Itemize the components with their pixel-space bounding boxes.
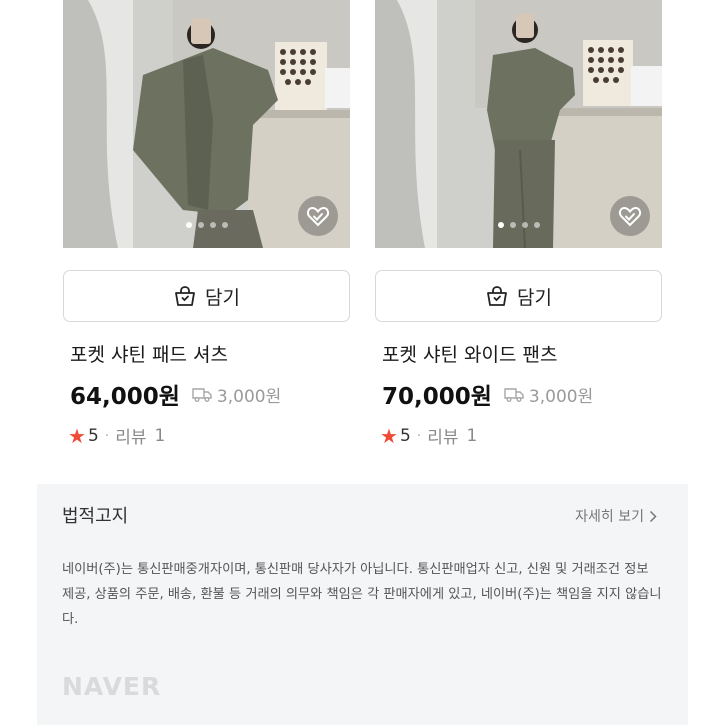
image-pagination[interactable]	[497, 222, 540, 228]
wishlist-button[interactable]	[610, 196, 650, 236]
legal-notice-section: 법적고지 자세히 보기 네이버(주)는 통신판매중개자이며, 통신판매 당사자가…	[37, 484, 688, 725]
shopping-bag-icon	[175, 286, 195, 306]
pagination-dot[interactable]	[209, 222, 216, 228]
product-card[interactable]: 담기 포켓 샤틴 패드 셔츠 64,000원 3,000원 ★ 5 · 리뷰 1	[63, 0, 350, 448]
star-icon: ★	[68, 423, 86, 448]
legal-notice-text: 네이버(주)는 통신판매중개자이며, 통신판매 당사자가 아닙니다. 통신판매업…	[62, 562, 662, 627]
view-details-link[interactable]: 자세히 보기	[575, 506, 657, 526]
review-label: 리뷰	[427, 428, 459, 448]
pagination-dot[interactable]	[533, 222, 540, 228]
separator-dot: ·	[104, 427, 110, 444]
page-margin-right	[688, 0, 725, 725]
add-to-cart-label: 담기	[517, 286, 552, 309]
add-to-cart-button[interactable]: 담기	[375, 270, 662, 322]
view-details-label: 자세히 보기	[575, 509, 644, 525]
add-to-cart-label: 담기	[205, 286, 240, 309]
pagination-dot[interactable]	[509, 222, 516, 228]
review-label: 리뷰	[115, 428, 147, 448]
shopping-bag-icon	[487, 286, 507, 306]
add-to-cart-button[interactable]: 담기	[63, 270, 350, 322]
review-count: 1	[154, 425, 166, 446]
delivery-truck-icon	[504, 387, 524, 402]
rating-value: 5	[87, 425, 99, 446]
shipping-fee: 3,000원	[504, 382, 593, 407]
separator-dot: ·	[416, 427, 422, 444]
product-card[interactable]: 담기 포켓 샤틴 와이드 팬츠 70,000원 3,000원 ★ 5 · 리뷰 …	[375, 0, 662, 448]
product-price: 70,000원	[382, 384, 492, 410]
star-icon: ★	[380, 423, 398, 448]
price-row: 70,000원 3,000원	[382, 377, 593, 411]
pagination-dot[interactable]	[221, 222, 228, 228]
naver-logo: NAVER	[62, 672, 162, 701]
chevron-right-icon	[649, 510, 657, 522]
heart-check-icon	[618, 206, 642, 227]
product-name[interactable]: 포켓 샤틴 와이드 팬츠	[382, 340, 557, 367]
heart-check-icon	[306, 206, 330, 227]
wishlist-button[interactable]	[298, 196, 338, 236]
product-image[interactable]	[63, 0, 350, 248]
delivery-truck-icon	[192, 387, 212, 402]
shipping-fee: 3,000원	[192, 382, 281, 407]
pagination-dot[interactable]	[521, 222, 528, 228]
rating-value: 5	[399, 425, 411, 446]
page-margin-left	[0, 0, 37, 725]
product-price: 64,000원	[70, 384, 180, 410]
price-row: 64,000원 3,000원	[70, 377, 281, 411]
shipping-fee-value: 3,000원	[216, 386, 282, 407]
rating-row: ★ 5 · 리뷰 1	[68, 423, 166, 449]
shipping-fee-value: 3,000원	[528, 386, 594, 407]
legal-notice-title: 법적고지	[62, 506, 129, 527]
image-pagination[interactable]	[185, 222, 228, 228]
pagination-dot-active[interactable]	[185, 222, 192, 228]
pagination-dot-active[interactable]	[497, 222, 504, 228]
pagination-dot[interactable]	[197, 222, 204, 228]
product-image[interactable]	[375, 0, 662, 248]
product-name[interactable]: 포켓 샤틴 패드 셔츠	[70, 340, 228, 367]
review-count: 1	[466, 425, 478, 446]
rating-row: ★ 5 · 리뷰 1	[380, 423, 478, 449]
